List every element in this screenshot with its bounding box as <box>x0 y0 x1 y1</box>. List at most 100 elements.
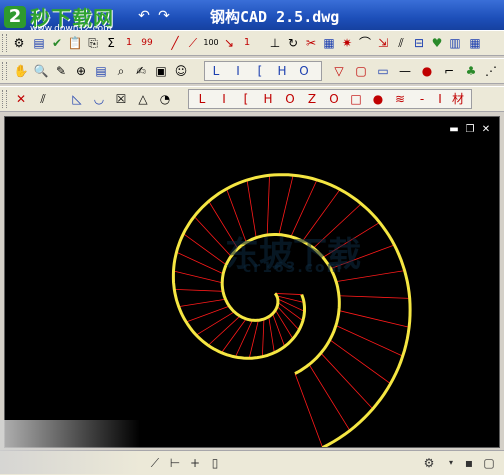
funnel-icon[interactable]: ▽ <box>330 62 348 80</box>
paste-icon[interactable]: 📋 <box>66 34 84 52</box>
line-tool-icon[interactable]: ╱ <box>166 34 184 52</box>
pie-arc-icon[interactable]: ◔ <box>156 90 174 108</box>
stair-step-line <box>320 352 374 410</box>
shape-bar-button[interactable]: I <box>431 90 449 108</box>
shape-ring-button[interactable]: O <box>325 90 343 108</box>
shape-z-button[interactable]: Z <box>303 90 321 108</box>
shape-square-button[interactable]: □ <box>347 90 365 108</box>
pencil-icon[interactable]: ✎ <box>52 62 70 80</box>
stair-icon[interactable]: ⌐ <box>440 62 458 80</box>
cone-icon[interactable]: △ <box>134 90 152 108</box>
snap-cross-icon[interactable]: + <box>186 454 204 472</box>
chart-icon[interactable]: ▥ <box>446 34 464 52</box>
stair-step-line <box>272 313 285 347</box>
shape-dot-button[interactable]: ● <box>369 90 387 108</box>
number-one-icon[interactable]: 1 <box>238 34 256 52</box>
book-icon[interactable]: ▣ <box>152 62 170 80</box>
cross-icon[interactable]: ✕ <box>12 90 30 108</box>
calculator-icon[interactable]: ▤ <box>92 62 110 80</box>
shape-h-button[interactable]: H <box>259 90 277 108</box>
rotate-icon[interactable]: ↻ <box>284 34 302 52</box>
compass-icon[interactable]: ⊕ <box>72 62 90 80</box>
stair-step-line <box>178 298 226 308</box>
logo-number: 2 <box>4 5 26 28</box>
clipboard-status-icon[interactable]: ▯ <box>206 454 224 472</box>
undo-icon[interactable]: ↶ <box>136 8 152 24</box>
smiley-icon[interactable]: ☺ <box>172 62 190 80</box>
material-button[interactable]: 材 <box>449 90 467 108</box>
explode-icon[interactable]: ✷ <box>338 34 356 52</box>
cup-shape-icon[interactable]: ◡ <box>90 90 108 108</box>
clipboard-edit-icon[interactable]: ✍ <box>132 62 150 80</box>
settings-icon[interactable]: ⚙ <box>10 34 28 52</box>
zoom-icon[interactable]: 🔍 <box>32 62 50 80</box>
check-icon[interactable]: ✔ <box>48 34 66 52</box>
section-c-label: [ <box>257 64 263 78</box>
plant-icon[interactable]: ♣ <box>462 62 480 80</box>
lock-icon[interactable]: ▪ <box>460 454 478 472</box>
section-h-button[interactable]: H <box>273 62 291 80</box>
pan-hand-icon[interactable]: ✋ <box>12 62 30 80</box>
minimize-icon[interactable]: ▬ <box>449 125 459 135</box>
shape-i-button[interactable]: I <box>215 90 233 108</box>
dot-icon[interactable]: ● <box>418 62 436 80</box>
heart-icon[interactable]: ♥ <box>428 34 446 52</box>
stair-step-line <box>268 316 275 353</box>
toolbar-grip[interactable] <box>2 90 7 108</box>
ortho-icon[interactable]: ⊢ <box>166 454 184 472</box>
shape-c-label: [ <box>243 92 249 106</box>
align-icon[interactable]: ⊥ <box>266 34 284 52</box>
drawing-window-controls: ▬ ❐ ✕ <box>449 125 491 135</box>
redo-icon[interactable]: ↷ <box>156 8 172 24</box>
restore-icon[interactable]: ❐ <box>465 125 475 135</box>
stair-step-line <box>186 305 230 323</box>
diagonal-hatch-icon[interactable]: ⫽ <box>34 90 52 108</box>
offset-icon[interactable]: ⊟ <box>410 34 428 52</box>
section-l-button[interactable]: L <box>207 62 225 80</box>
workspace-gear-icon[interactable]: ⚙ <box>420 454 438 472</box>
triangle-tool-icon[interactable]: ◺ <box>68 90 86 108</box>
circle-number-icon[interactable]: 1 <box>120 34 138 52</box>
scale-100-icon[interactable]: 100 <box>202 34 220 52</box>
box-x-icon[interactable]: ☒ <box>112 90 130 108</box>
shape-o-button[interactable]: O <box>281 90 299 108</box>
section-i-button[interactable]: I <box>229 62 247 80</box>
section-c-button[interactable]: [ <box>251 62 269 80</box>
properties-icon[interactable]: ⌕ <box>112 62 130 80</box>
shape-wave-button[interactable]: ≋ <box>391 90 409 108</box>
toolbar-grip[interactable] <box>2 62 7 80</box>
dash-icon[interactable]: — <box>396 62 414 80</box>
shape-dash-label: - <box>419 92 425 106</box>
copy-icon[interactable]: ⎘ <box>84 34 102 52</box>
trim-icon[interactable]: ⫽ <box>392 34 410 52</box>
section-o-button[interactable]: O <box>295 62 313 80</box>
scissors-icon[interactable]: ✂ <box>302 34 320 52</box>
table-grid-icon[interactable]: ▦ <box>466 34 484 52</box>
arrow-icon[interactable]: ↘ <box>220 34 238 52</box>
drawing-svg[interactable] <box>5 117 499 447</box>
shape-l-button[interactable]: L <box>193 90 211 108</box>
stair-step-line <box>207 315 241 346</box>
text-99-icon[interactable]: 99 <box>138 34 156 52</box>
polar-tracking-icon[interactable]: ⟋ <box>146 454 164 472</box>
square-frame-icon[interactable]: ▢ <box>352 62 370 80</box>
nodes-icon[interactable]: ⋰ <box>482 62 500 80</box>
layer-icon[interactable]: ▦ <box>320 34 338 52</box>
dimension-line-icon[interactable]: ⟋ <box>184 34 202 52</box>
rect-icon[interactable]: ▭ <box>374 62 392 80</box>
new-file-icon[interactable]: ▤ <box>30 34 48 52</box>
shape-square-label: □ <box>350 92 362 106</box>
stretch-icon[interactable]: ⇲ <box>374 34 392 52</box>
shape-c-button[interactable]: [ <box>237 90 255 108</box>
drawing-canvas[interactable]: 东坡下载 cr163.com ▬ ❐ ✕ <box>4 116 500 448</box>
dropdown-arrow-icon[interactable]: ▾ <box>442 454 460 472</box>
fullscreen-icon[interactable]: ▢ <box>480 454 498 472</box>
fillet-icon[interactable]: ⌒ <box>356 34 374 52</box>
shape-o-label: O <box>285 92 295 106</box>
shape-dash-button[interactable]: - <box>413 90 431 108</box>
toolbar-draw: ✋ 🔍 ✎ ⊕ ▤ ⌕ ✍ ▣ ☺ L I [ H O ▽ ▢ ▭ — ● ⌐ … <box>0 58 504 84</box>
sum-icon[interactable]: Σ <box>102 34 120 52</box>
section-h-label: H <box>277 64 287 78</box>
toolbar-grip[interactable] <box>2 34 7 52</box>
close-icon[interactable]: ✕ <box>481 125 491 135</box>
